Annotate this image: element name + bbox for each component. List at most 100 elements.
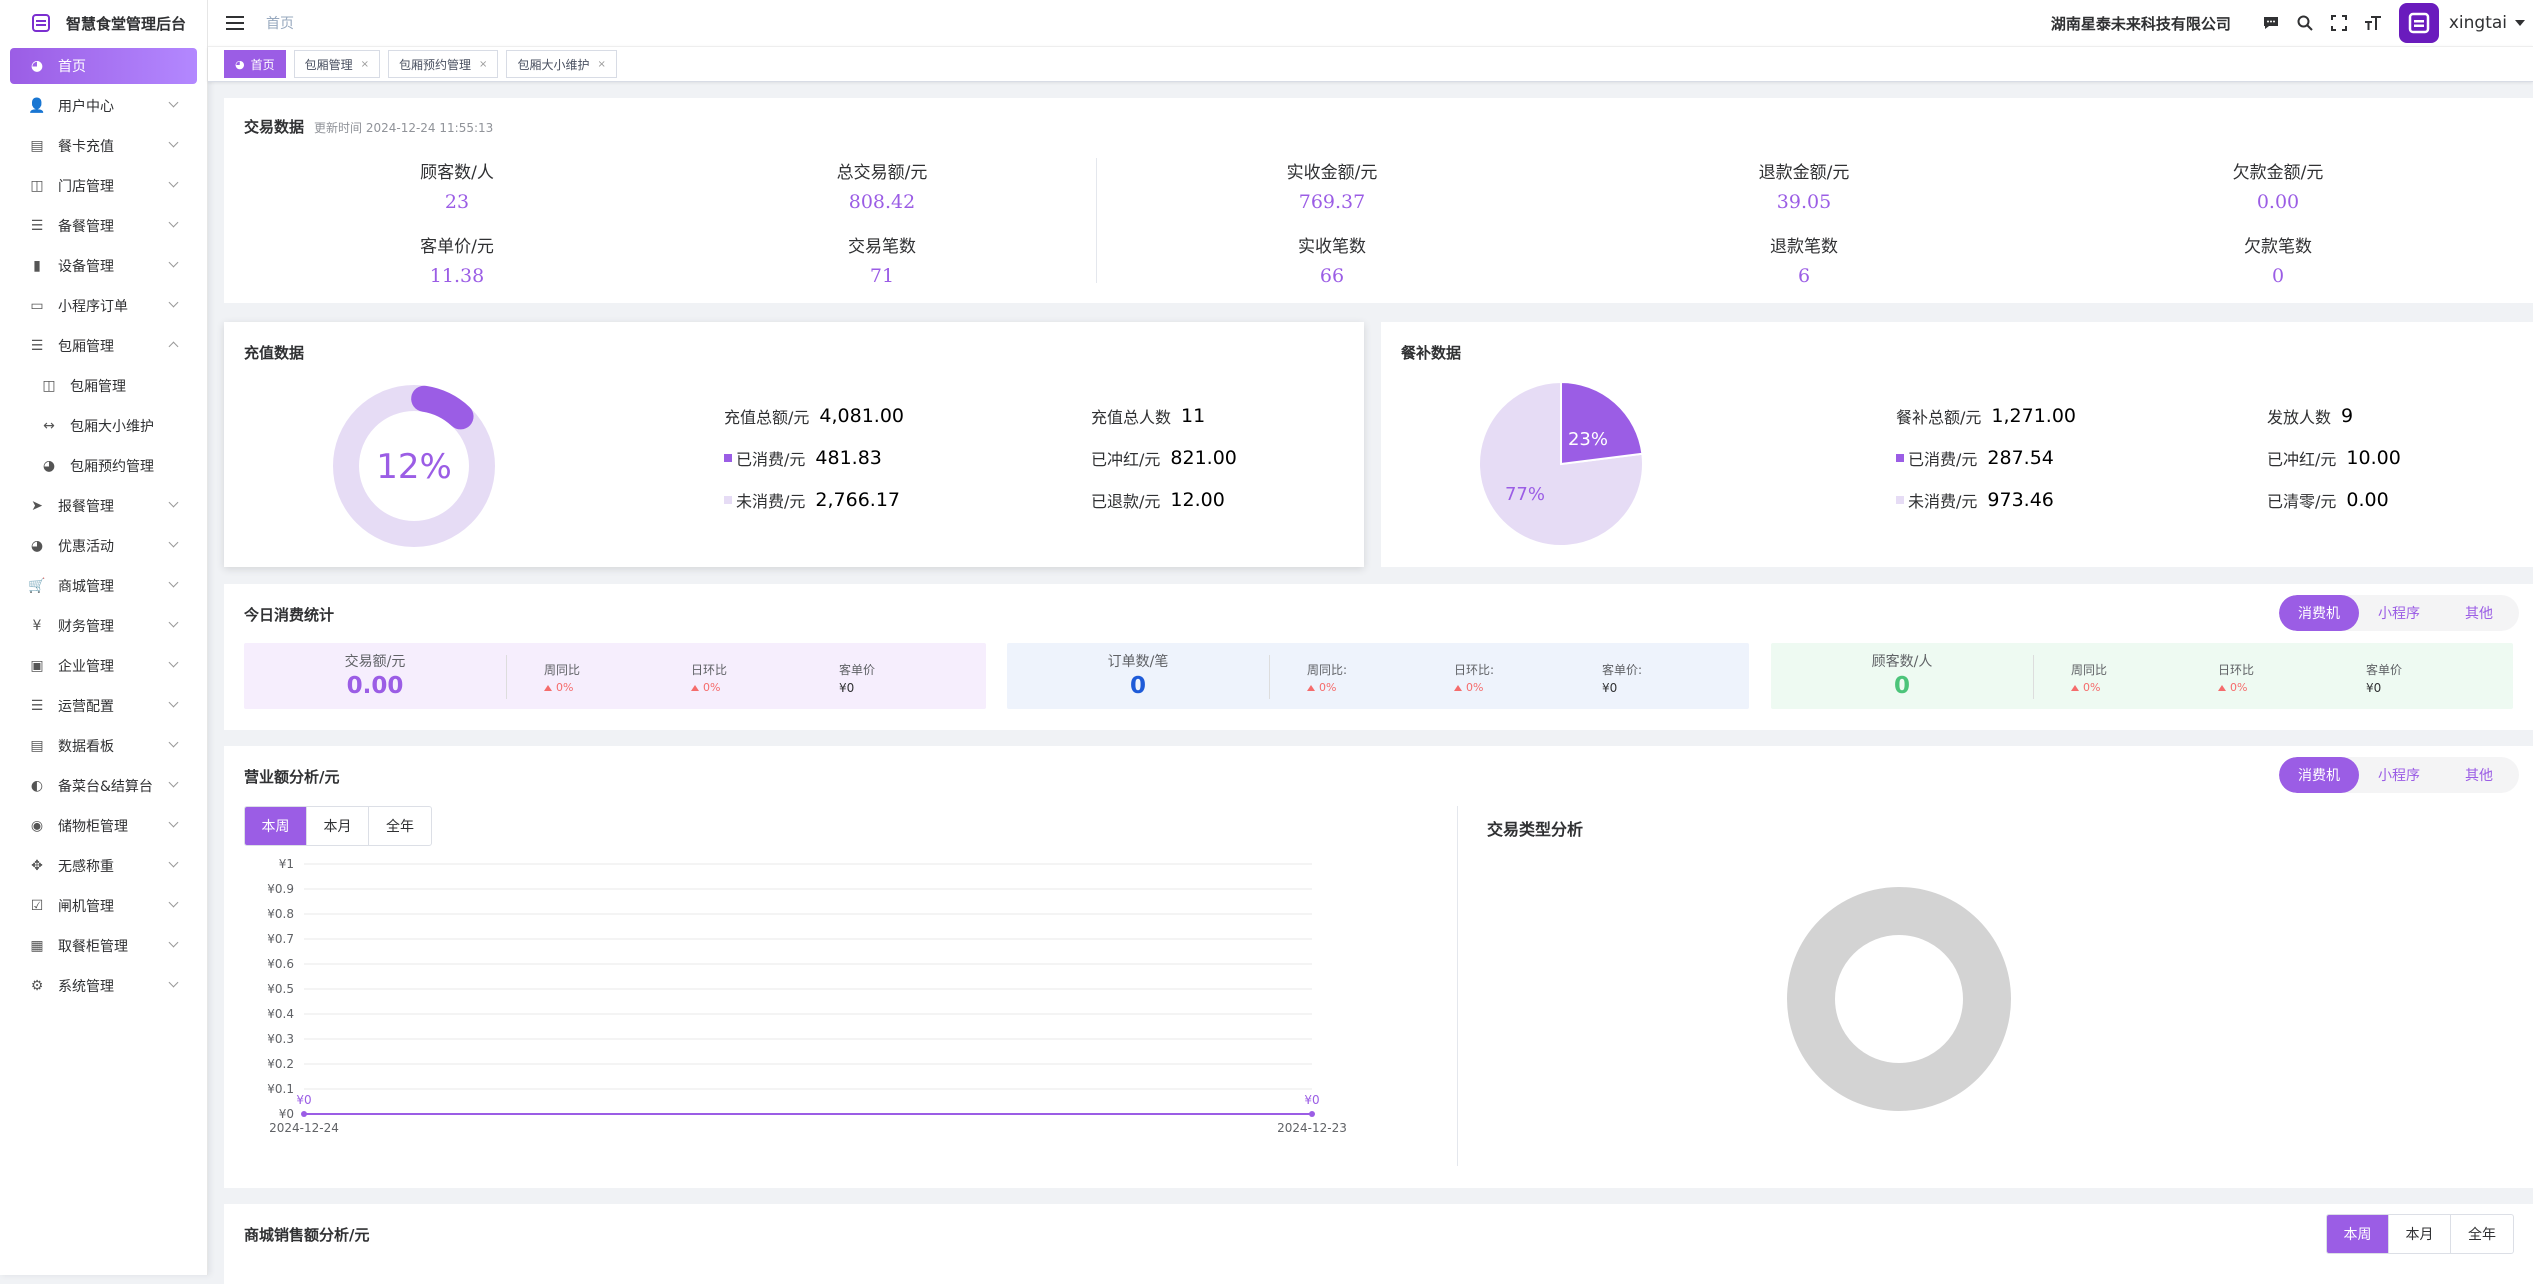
seg-miniapp[interactable]: 小程序 xyxy=(2359,757,2439,793)
sidebar-item-prep-checkout[interactable]: ◐备菜台&结算台 xyxy=(0,766,207,806)
chevron-down-icon xyxy=(169,978,179,988)
sidebar-item-device[interactable]: ▮设备管理 xyxy=(0,246,207,286)
revenue-divider xyxy=(1457,806,1458,1166)
sidebar-item-room-booking[interactable]: ◕包厢预约管理 xyxy=(0,446,207,486)
chevron-down-icon xyxy=(169,178,179,188)
sidebar-item-promotions[interactable]: ◕优惠活动 xyxy=(0,526,207,566)
breadcrumb[interactable]: 首页 xyxy=(266,13,294,33)
sidebar-item-finance[interactable]: ¥财务管理 xyxy=(0,606,207,646)
sidebar-item-room-manage[interactable]: ◫包厢管理 xyxy=(0,366,207,406)
list-icon: ☰ xyxy=(28,217,46,235)
seg-machine[interactable]: 消费机 xyxy=(2279,595,2359,631)
sidebar-item-private-room[interactable]: ☰ 包厢管理 xyxy=(0,326,207,366)
font-size-icon[interactable] xyxy=(2361,11,2385,35)
tag-label: 包厢管理 xyxy=(305,56,353,73)
seg-miniapp[interactable]: 小程序 xyxy=(2359,595,2439,631)
subsidy-consumed: 已消费/元287.54 xyxy=(1896,446,2054,470)
sidebar-item-label: 包厢管理 xyxy=(58,336,114,356)
avatar[interactable] xyxy=(2399,3,2439,43)
app-title: 智慧食堂管理后台 xyxy=(66,13,186,34)
tag-label: 包厢预约管理 xyxy=(399,56,471,73)
range-year[interactable]: 全年 xyxy=(2451,1215,2513,1253)
sidebar-item-data-board[interactable]: ▤数据看板 xyxy=(0,726,207,766)
sidebar-item-store[interactable]: ◫门店管理 xyxy=(0,166,207,206)
close-icon[interactable]: × xyxy=(597,59,605,70)
seg-machine[interactable]: 消费机 xyxy=(2279,757,2359,793)
dashboard-icon: ◕ xyxy=(28,57,46,75)
username[interactable]: xingtai xyxy=(2449,13,2507,33)
subsidy-reversed: 已冲红/元10.00 xyxy=(2267,446,2401,470)
metric-received-count: 实收笔数66 xyxy=(1232,232,1432,287)
search-icon[interactable] xyxy=(2293,11,2317,35)
chevron-down-icon xyxy=(169,698,179,708)
list-icon: ☰ xyxy=(28,337,46,355)
sidebar-item-meal-prep[interactable]: ☰备餐管理 xyxy=(0,206,207,246)
sidebar-item-meal-report[interactable]: ➤报餐管理 xyxy=(0,486,207,526)
kv-label: 未消费/元 xyxy=(1908,488,1977,512)
y-tick-label: ¥0 xyxy=(279,1107,294,1121)
range-month[interactable]: 本月 xyxy=(307,807,369,845)
kv-value: 481.83 xyxy=(815,447,881,469)
stat-value: 0 xyxy=(1771,673,2033,699)
sidebar-item-mall[interactable]: 🛒商城管理 xyxy=(0,566,207,606)
sidebar-item-room-size[interactable]: ↔包厢大小维护 xyxy=(0,406,207,446)
sidebar-item-miniapp-orders[interactable]: ▭小程序订单 xyxy=(0,286,207,326)
sidebar-item-label: 用户中心 xyxy=(58,96,114,116)
metric-label: 交易笔数 xyxy=(782,232,982,257)
chevron-up-icon xyxy=(169,342,179,352)
tag-room-manage[interactable]: 包厢管理 × xyxy=(294,50,380,78)
stat-avg-price: 客单价¥0 xyxy=(2366,661,2402,695)
stat-main: 交易额/元0.00 xyxy=(244,651,506,699)
main-content: 交易数据更新时间 2024-12-24 11:55:13 顾客数/人23 总交易… xyxy=(208,82,2533,1275)
circle-icon: ◉ xyxy=(28,817,46,835)
range-week[interactable]: 本周 xyxy=(245,807,307,845)
sidebar-item-label: 设备管理 xyxy=(58,256,114,276)
sidebar-item-card-recharge[interactable]: ▤餐卡充值 xyxy=(0,126,207,166)
stat-main: 订单数/笔0 xyxy=(1007,651,1269,699)
range-year[interactable]: 全年 xyxy=(369,807,431,845)
tag-room-booking[interactable]: 包厢预约管理 × xyxy=(388,50,498,78)
close-icon[interactable]: × xyxy=(361,59,369,70)
arrow-up-icon xyxy=(1307,685,1315,691)
revenue-source-switch: 消费机 小程序 其他 xyxy=(2279,757,2519,793)
seg-other[interactable]: 其他 xyxy=(2439,595,2519,631)
stat-label: 交易额/元 xyxy=(244,651,506,671)
sidebar-item-user-center[interactable]: 👤用户中心 xyxy=(0,86,207,126)
recharge-donut-arc xyxy=(424,399,460,417)
stat-value: 0.00 xyxy=(244,673,506,699)
range-week[interactable]: 本周 xyxy=(2327,1215,2389,1253)
sidebar-item-home[interactable]: ◕ 首页 xyxy=(10,48,197,84)
recharge-refunded: 已退款/元12.00 xyxy=(1091,488,1225,512)
sidebar-item-locker[interactable]: ◉储物柜管理 xyxy=(0,806,207,846)
sidebar-item-label: 首页 xyxy=(58,56,86,76)
stat-day-compare: 日环比:0% xyxy=(1454,661,1494,694)
sidebar-item-weighing[interactable]: ✥无感称重 xyxy=(0,846,207,886)
sidebar-item-gate[interactable]: ☑闸机管理 xyxy=(0,886,207,926)
close-icon[interactable]: × xyxy=(479,59,487,70)
sidebar-item-system[interactable]: ⚙系统管理 xyxy=(0,966,207,1006)
message-icon[interactable] xyxy=(2259,11,2283,35)
metric-label: 欠款笔数 xyxy=(2178,232,2378,257)
tag-home[interactable]: ◕首页 xyxy=(224,50,286,78)
sidebar-item-pickup-cabinet[interactable]: ▦取餐柜管理 xyxy=(0,926,207,966)
fullscreen-icon[interactable] xyxy=(2327,11,2351,35)
sidebar-item-enterprise[interactable]: ▣企业管理 xyxy=(0,646,207,686)
stat-main: 顾客数/人0 xyxy=(1771,651,2033,699)
revenue-card: 营业额分析/元 消费机 小程序 其他 本周 本月 全年 ¥0¥0.1¥0.2¥0… xyxy=(224,746,2533,1188)
building-icon: ▣ xyxy=(28,657,46,675)
stat-avg-price: 客单价:¥0 xyxy=(1602,661,1642,695)
seg-other[interactable]: 其他 xyxy=(2439,757,2519,793)
range-month[interactable]: 本月 xyxy=(2389,1215,2451,1253)
metric-value: 23 xyxy=(357,191,557,213)
stat-week-compare: 周同比:0% xyxy=(1307,661,1347,694)
hamburger-icon[interactable] xyxy=(226,16,244,30)
tag-room-size[interactable]: 包厢大小维护× xyxy=(506,50,616,78)
chevron-down-icon xyxy=(169,498,179,508)
stat-value: 0 xyxy=(1007,673,1269,699)
chevron-down-icon xyxy=(169,258,179,268)
stat-week-compare: 周同比0% xyxy=(544,661,580,694)
sidebar-item-operations[interactable]: ☰运营配置 xyxy=(0,686,207,726)
sidebar-item-label: 包厢大小维护 xyxy=(70,416,154,436)
caret-down-icon[interactable] xyxy=(2515,20,2525,26)
revenue-line-chart: ¥0¥0.1¥0.2¥0.3¥0.4¥0.5¥0.6¥0.7¥0.8¥0.9¥1… xyxy=(244,856,1484,1146)
